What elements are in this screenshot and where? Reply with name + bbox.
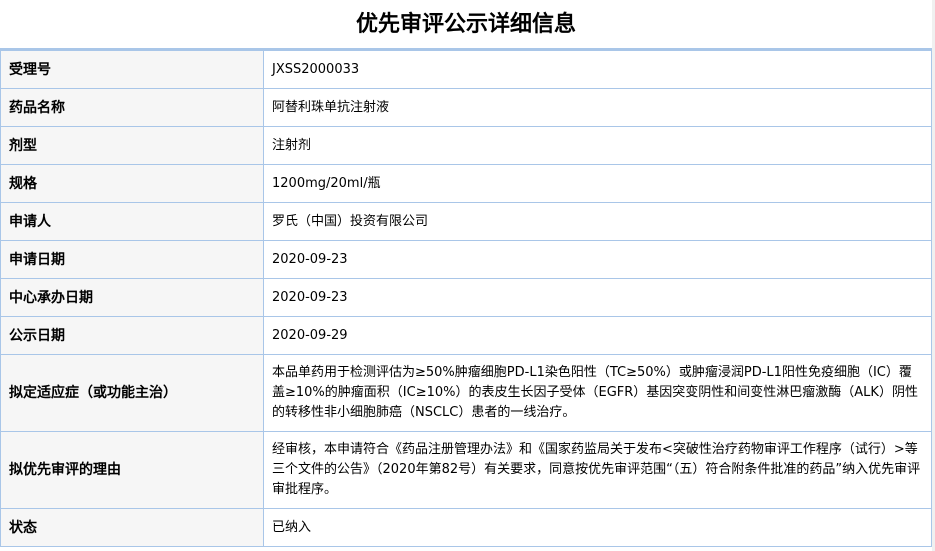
table-row-application-date: 申请日期 2020-09-23: [0, 240, 932, 279]
field-label: 状态: [0, 508, 264, 547]
table-row-indication: 拟定适应症（或功能主治） 本品单药用于检测评估为≥50%肿瘤细胞PD-L1染色阳…: [0, 354, 932, 432]
field-value: 2020-09-23: [263, 278, 932, 317]
field-value: 经审核，本申请符合《药品注册管理办法》和《国家药监局关于发布<突破性治疗药物审评…: [263, 431, 932, 509]
field-label: 受理号: [0, 50, 264, 89]
field-value: 注射剂: [263, 126, 932, 165]
table-row-publicity-date: 公示日期 2020-09-29: [0, 316, 932, 355]
table-row-specification: 规格 1200mg/20ml/瓶: [0, 164, 932, 203]
table-row-dosage-form: 剂型 注射剂: [0, 126, 932, 165]
field-label: 拟优先审评的理由: [0, 431, 264, 509]
field-value: 2020-09-23: [263, 240, 932, 279]
table-row-status: 状态 已纳入: [0, 508, 932, 547]
table-row-acceptance-number: 受理号 JXSS2000033: [0, 50, 932, 89]
detail-table: 受理号 JXSS2000033 药品名称 阿替利珠单抗注射液 剂型 注射剂 规格…: [0, 50, 932, 547]
field-value: JXSS2000033: [263, 50, 932, 89]
table-row-applicant: 申请人 罗氏（中国）投资有限公司: [0, 202, 932, 241]
field-label: 拟定适应症（或功能主治）: [0, 354, 264, 432]
field-label: 申请日期: [0, 240, 264, 279]
field-label: 公示日期: [0, 316, 264, 355]
field-value: 1200mg/20ml/瓶: [263, 164, 932, 203]
page-title: 优先审评公示详细信息: [0, 0, 932, 50]
field-value: 阿替利珠单抗注射液: [263, 88, 932, 127]
field-label: 规格: [0, 164, 264, 203]
field-label: 剂型: [0, 126, 264, 165]
detail-page: 优先审评公示详细信息 受理号 JXSS2000033 药品名称 阿替利珠单抗注射…: [0, 0, 935, 551]
table-row-center-date: 中心承办日期 2020-09-23: [0, 278, 932, 317]
table-row-drug-name: 药品名称 阿替利珠单抗注射液: [0, 88, 932, 127]
field-label: 中心承办日期: [0, 278, 264, 317]
field-value: 本品单药用于检测评估为≥50%肿瘤细胞PD-L1染色阳性（TC≥50%）或肿瘤浸…: [263, 354, 932, 432]
field-value: 已纳入: [263, 508, 932, 547]
field-value: 罗氏（中国）投资有限公司: [263, 202, 932, 241]
table-row-priority-reason: 拟优先审评的理由 经审核，本申请符合《药品注册管理办法》和《国家药监局关于发布<…: [0, 431, 932, 509]
field-label: 药品名称: [0, 88, 264, 127]
field-label: 申请人: [0, 202, 264, 241]
field-value: 2020-09-29: [263, 316, 932, 355]
